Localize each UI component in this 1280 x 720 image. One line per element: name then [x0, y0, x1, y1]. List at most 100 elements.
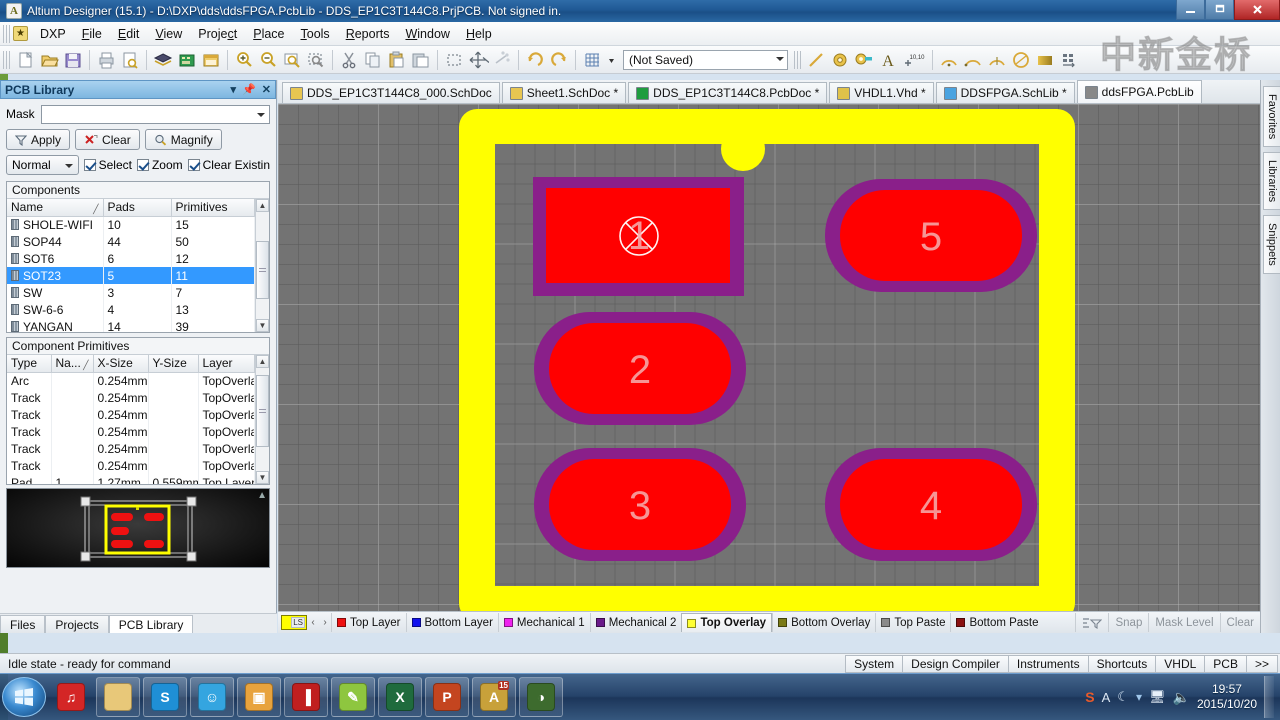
open-folder-icon[interactable] — [38, 49, 60, 71]
cut-icon[interactable] — [338, 49, 360, 71]
pin-icon[interactable]: 📌 — [242, 83, 256, 96]
snap-button[interactable]: Snap — [1108, 613, 1148, 632]
col-layer[interactable]: Layer — [198, 355, 255, 373]
panel-button-instruments[interactable]: Instruments — [1007, 654, 1088, 673]
new-document-icon[interactable] — [14, 49, 36, 71]
board-layers-icon[interactable] — [152, 49, 174, 71]
pdf-reader-icon[interactable]: ◑ — [519, 677, 563, 717]
grid-dropdown-icon[interactable] — [605, 49, 618, 71]
place-string-icon[interactable]: A — [877, 49, 899, 71]
components-scrollbar[interactable]: ▲ ▼ — [255, 199, 269, 332]
scroll-down-icon[interactable]: ▼ — [256, 319, 269, 332]
tab-projects[interactable]: Projects — [45, 615, 109, 633]
zoom-area-icon[interactable] — [281, 49, 303, 71]
layer-prev-button[interactable]: ‹ — [307, 617, 319, 628]
menu-view[interactable]: View — [147, 24, 190, 44]
col-pads[interactable]: Pads — [103, 199, 172, 217]
dropdown-icon[interactable]: ▾ — [231, 83, 237, 96]
layer-tab-top-overlay[interactable]: Top Overlay — [681, 613, 773, 632]
col-type[interactable]: Type — [7, 355, 52, 373]
powerpoint-icon[interactable]: P — [425, 677, 469, 717]
place-arc-center-icon[interactable] — [938, 49, 960, 71]
layer-tab-bottom-layer[interactable]: Bottom Layer — [405, 613, 498, 632]
panel-button-design-compiler[interactable]: Design Compiler — [902, 654, 1008, 673]
close-button[interactable] — [1234, 0, 1280, 20]
panel-button-system[interactable]: System — [845, 654, 903, 673]
place-component-icon[interactable] — [1058, 49, 1080, 71]
panel-button-shortcuts[interactable]: Shortcuts — [1087, 654, 1156, 673]
layer-tab-top-paste[interactable]: Top Paste — [875, 613, 950, 632]
undo-icon[interactable] — [524, 49, 546, 71]
select-area-icon[interactable] — [443, 49, 465, 71]
zoom-selected-icon[interactable] — [305, 49, 327, 71]
primitive-row[interactable]: Track 0.254mm TopOverlay — [7, 457, 255, 474]
layer-tab-mechanical-1[interactable]: Mechanical 1 — [497, 613, 590, 632]
component-row[interactable]: SOT23 5 11 — [7, 267, 255, 284]
skype-icon[interactable]: S — [143, 677, 187, 717]
print-icon[interactable] — [95, 49, 117, 71]
show-desktop-button[interactable] — [1264, 676, 1274, 718]
zoom-in-icon[interactable] — [233, 49, 255, 71]
menu-file[interactable]: File — [74, 24, 110, 44]
excel-icon[interactable]: X — [378, 677, 422, 717]
copy-icon[interactable] — [362, 49, 384, 71]
chart-app-icon[interactable]: ▐ — [284, 677, 328, 717]
panel-button-pcb[interactable]: PCB — [1204, 654, 1246, 673]
document-tab[interactable]: DDSFPGA.SchLib * — [935, 82, 1075, 103]
layer-tab-top-layer[interactable]: Top Layer — [331, 613, 406, 632]
preview-collapse-icon[interactable]: ▲ — [257, 490, 267, 501]
sidebar-tab-snippets[interactable]: Snippets — [1263, 215, 1280, 275]
primitives-scrollbar[interactable]: ▲ ▼ — [255, 355, 269, 484]
pcb-board-icon[interactable] — [176, 49, 198, 71]
outlook-icon[interactable]: ▣ — [237, 677, 281, 717]
place-coordinate-icon[interactable]: 10,10 — [901, 49, 927, 71]
scroll-up-icon[interactable]: ▲ — [256, 355, 269, 368]
menu-project[interactable]: Project — [190, 24, 245, 44]
clock[interactable]: 19:57 2015/10/20 — [1197, 682, 1257, 712]
save-icon[interactable] — [62, 49, 84, 71]
bluetooth-icon[interactable]: ▾ — [1136, 690, 1142, 704]
component-row[interactable]: YANGAN 14 39 — [7, 318, 255, 332]
col-name[interactable]: Name ╱ — [7, 199, 104, 217]
place-fill-icon[interactable] — [1034, 49, 1056, 71]
notepad-editor-icon[interactable]: ✎ — [331, 677, 375, 717]
place-arc-any-icon[interactable] — [986, 49, 1008, 71]
altium-designer-icon[interactable]: A 15 — [472, 677, 516, 717]
mask-level-button[interactable]: Mask Level — [1148, 613, 1219, 632]
document-tab[interactable]: DDS_EP1C3T144C8_000.SchDoc — [282, 82, 500, 103]
place-toolbar-grip-handle[interactable] — [794, 50, 801, 69]
menu-tools[interactable]: Tools — [293, 24, 338, 44]
menu-dxp[interactable]: DXP — [32, 24, 74, 44]
clear-existing-checkbox[interactable]: Clear Existin — [187, 158, 270, 172]
menu-edit[interactable]: Edit — [110, 24, 148, 44]
col-pname[interactable]: Na... ╱ — [51, 355, 94, 373]
sidebar-tab-libraries[interactable]: Libraries — [1263, 152, 1280, 211]
menu-grip-handle[interactable] — [3, 24, 10, 43]
place-full-circle-icon[interactable] — [1010, 49, 1032, 71]
panel-button-vhdl[interactable]: VHDL — [1155, 654, 1205, 673]
document-tab[interactable]: ddsFPGA.PcbLib — [1076, 80, 1202, 103]
redo-icon[interactable] — [548, 49, 570, 71]
snapshot-combo[interactable]: (Not Saved) — [623, 49, 788, 70]
layer-tab-bottom-overlay[interactable]: Bottom Overlay — [772, 613, 875, 632]
primitive-row[interactable]: Track 0.254mm TopOverlay — [7, 440, 255, 457]
apply-button[interactable]: Apply — [6, 129, 71, 150]
layer-tab-mechanical-2[interactable]: Mechanical 2 — [589, 613, 682, 632]
primitive-row[interactable]: Track 0.254mm TopOverlay — [7, 406, 255, 423]
scroll-up-icon[interactable]: ▲ — [256, 199, 269, 212]
layer-filter-icon[interactable] — [1075, 613, 1108, 632]
zoom-checkbox[interactable]: Zoom — [136, 158, 183, 172]
pcb-canvas[interactable]: 1 5 2 3 4 — [278, 104, 1260, 611]
minimize-button[interactable] — [1176, 0, 1205, 20]
scroll-down-icon[interactable]: ▼ — [256, 471, 269, 484]
netease-music-icon[interactable]: ♫ — [49, 677, 93, 717]
clear-button[interactable]: Clear — [1219, 613, 1260, 632]
scrollbar-thumb[interactable] — [256, 241, 269, 299]
menu-window[interactable]: Window — [397, 24, 457, 44]
tab-files[interactable]: Files — [0, 615, 46, 633]
clear-button[interactable]: Clear — [75, 129, 140, 150]
menu-help[interactable]: Help — [458, 24, 500, 44]
sidebar-tab-favorites[interactable]: Favorites — [1263, 86, 1280, 148]
component-row[interactable]: SOT6 6 12 — [7, 250, 255, 267]
cross-probe-icon[interactable] — [491, 49, 513, 71]
